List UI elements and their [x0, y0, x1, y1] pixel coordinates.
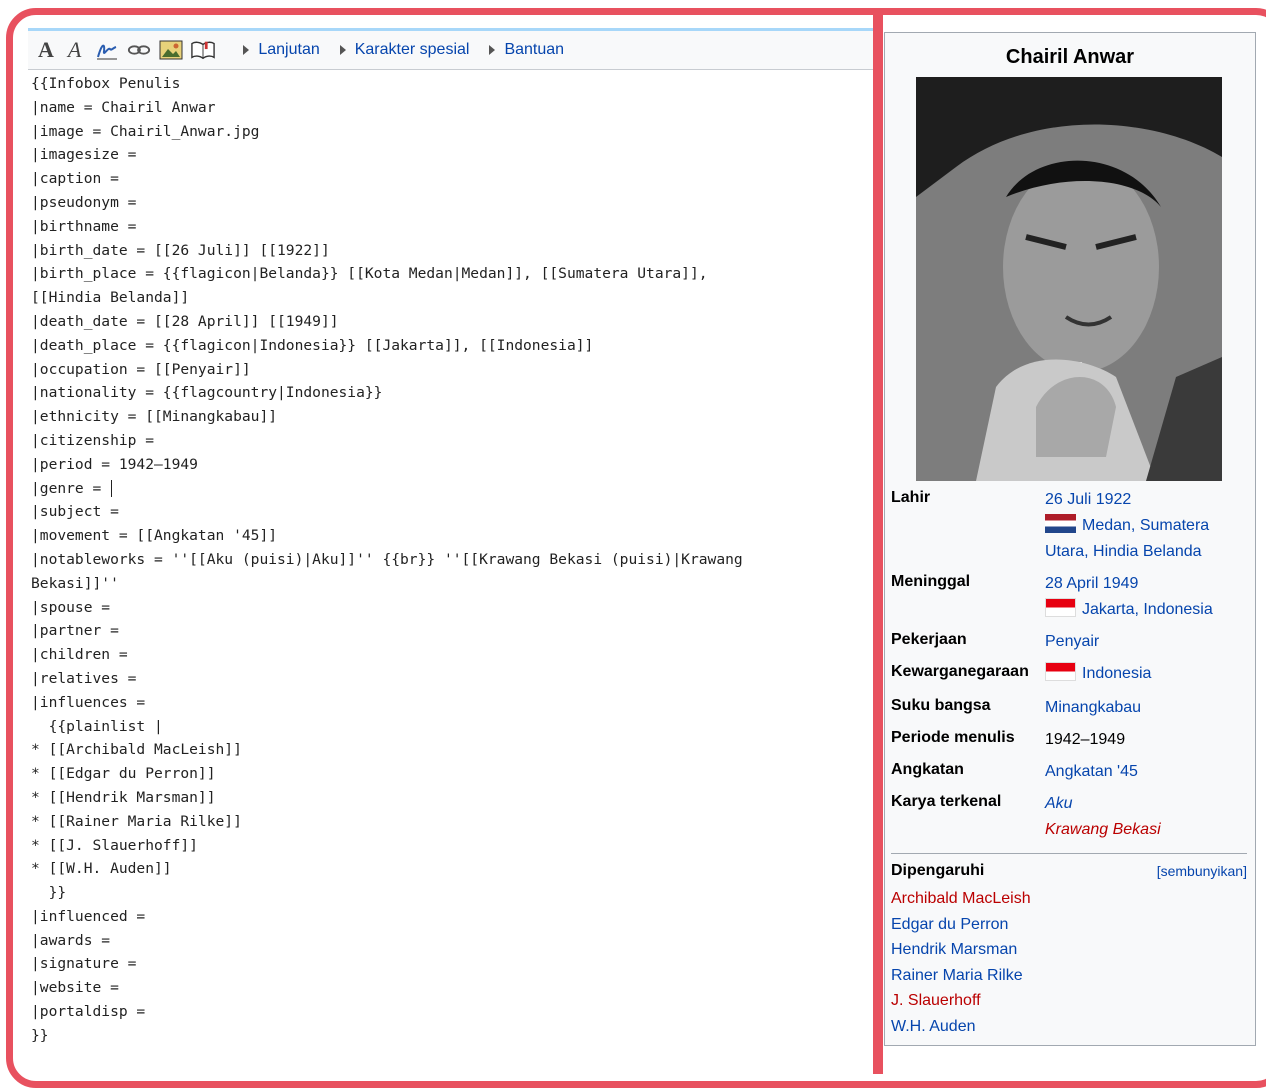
- influence-link[interactable]: Rainer Maria Rilke: [891, 963, 1031, 989]
- label-dipengaruhi: Dipengaruhi: [891, 862, 985, 879]
- code-line[interactable]: |name = Chairil Anwar: [31, 96, 873, 120]
- wikitext-editor[interactable]: A A Lanjutan Karakter spesial Bantuan {{…: [28, 28, 873, 1068]
- link-death-date[interactable]: 28 April 1949: [1045, 575, 1138, 592]
- code-line[interactable]: |nationality = {{flagcountry|Indonesia}}: [31, 381, 873, 405]
- code-line[interactable]: |birth_date = [[26 Juli]] [[1922]]: [31, 239, 873, 263]
- editor-toolbar: A A Lanjutan Karakter spesial Bantuan: [28, 28, 873, 70]
- code-line[interactable]: |signature =: [31, 952, 873, 976]
- label-kewarganegaraan: Kewarganegaraan: [891, 663, 1029, 680]
- bold-button[interactable]: A: [38, 37, 54, 63]
- influence-link[interactable]: Edgar du Perron: [891, 912, 1031, 938]
- code-line[interactable]: |citizenship =: [31, 429, 873, 453]
- menu-lanjutan[interactable]: Lanjutan: [243, 41, 320, 59]
- link-pekerjaan[interactable]: Penyair: [1045, 633, 1099, 650]
- label-angkatan: Angkatan: [891, 761, 964, 778]
- menu-bantuan[interactable]: Bantuan: [489, 41, 564, 59]
- link-icon[interactable]: [127, 40, 151, 60]
- influence-link[interactable]: Archibald MacLeish: [891, 886, 1031, 912]
- code-line[interactable]: }}: [31, 881, 873, 905]
- label-pekerjaan: Pekerjaan: [891, 631, 967, 648]
- code-line[interactable]: * [[Rainer Maria Rilke]]: [31, 810, 873, 834]
- divider: [873, 14, 883, 1074]
- influence-link[interactable]: Hendrik Marsman: [891, 937, 1031, 963]
- code-line[interactable]: [[Hindia Belanda]]: [31, 286, 873, 310]
- triangle-right-icon: [339, 45, 346, 55]
- menu-label: Bantuan: [504, 41, 565, 58]
- label-periode-menulis: Periode menulis: [891, 729, 1015, 746]
- indonesia-flag-icon: [1045, 598, 1076, 617]
- code-line[interactable]: |ethnicity = [[Minangkabau]]: [31, 405, 873, 429]
- code-line[interactable]: * [[J. Slauerhoff]]: [31, 834, 873, 858]
- code-line[interactable]: |notableworks = ''[[Aku (puisi)|Aku]]'' …: [31, 548, 873, 572]
- code-line[interactable]: * [[Edgar du Perron]]: [31, 762, 873, 786]
- code-line[interactable]: {{plainlist |: [31, 715, 873, 739]
- link-karya-aku[interactable]: Aku: [1045, 795, 1073, 812]
- code-line[interactable]: |partner =: [31, 619, 873, 643]
- value-periode: 1942–1949: [1045, 731, 1126, 748]
- link-angkatan[interactable]: Angkatan '45: [1045, 763, 1138, 780]
- code-line[interactable]: |awards =: [31, 929, 873, 953]
- label-lahir: Lahir: [891, 489, 931, 506]
- code-line[interactable]: |occupation = [[Penyair]]: [31, 358, 873, 382]
- menu-karakter-spesial[interactable]: Karakter spesial: [339, 41, 470, 59]
- menu-label: Lanjutan: [258, 41, 320, 58]
- code-line[interactable]: |portaldisp =: [31, 1000, 873, 1024]
- netherlands-flag-icon: [1045, 514, 1076, 533]
- link-death-place[interactable]: Jakarta, Indonesia: [1082, 601, 1213, 618]
- code-line[interactable]: * [[Archibald MacLeish]]: [31, 738, 873, 762]
- code-line[interactable]: |image = Chairil_Anwar.jpg: [31, 120, 873, 144]
- influence-link[interactable]: J. Slauerhoff: [891, 988, 1031, 1014]
- image-icon[interactable]: [159, 40, 183, 60]
- code-line[interactable]: |influenced =: [31, 905, 873, 929]
- signature-icon[interactable]: [95, 40, 119, 60]
- indonesia-flag-icon: [1045, 662, 1076, 681]
- code-line[interactable]: Bekasi]]'': [31, 572, 873, 596]
- code-line[interactable]: |death_date = [[28 April]] [[1949]]: [31, 310, 873, 334]
- triangle-right-icon: [243, 45, 250, 55]
- link-birth-place[interactable]: Medan, Sumatera: [1082, 517, 1209, 534]
- code-line[interactable]: |influences =: [31, 691, 873, 715]
- reference-icon[interactable]: [191, 40, 216, 60]
- infobox-title: Chairil Anwar: [1005, 46, 1135, 68]
- label-suku-bangsa: Suku bangsa: [891, 697, 991, 714]
- infobox: Chairil Anwar Lahir 26 Juli 1922 Medan, …: [884, 32, 1256, 1046]
- code-line[interactable]: }}: [31, 1024, 873, 1048]
- code-line[interactable]: |death_place = {{flagicon|Indonesia}} [[…: [31, 334, 873, 358]
- link-suku-bangsa[interactable]: Minangkabau: [1045, 699, 1141, 716]
- code-line[interactable]: |imagesize =: [31, 143, 873, 167]
- link-karya-krawang-bekasi[interactable]: Krawang Bekasi: [1045, 821, 1161, 838]
- code-line[interactable]: |birth_place = {{flagicon|Belanda}} [[Ko…: [31, 262, 873, 286]
- code-line[interactable]: |caption =: [31, 167, 873, 191]
- influence-link[interactable]: W.H. Auden: [891, 1014, 1031, 1040]
- code-line[interactable]: |genre =: [31, 477, 873, 501]
- label-meninggal: Meninggal: [891, 573, 971, 590]
- influences-list: Archibald MacLeish Edgar du Perron Hendrik…: [891, 886, 1031, 1040]
- code-area[interactable]: {{Infobox Penulis |name = Chairil Anwar |i…: [28, 70, 873, 1048]
- italic-button[interactable]: A: [68, 37, 81, 63]
- code-line[interactable]: * [[Hendrik Marsman]]: [31, 786, 873, 810]
- hide-toggle-link[interactable]: [sembunyikan]: [1157, 863, 1247, 879]
- code-line[interactable]: |period = 1942–1949: [31, 453, 873, 477]
- code-line[interactable]: |children =: [31, 643, 873, 667]
- label-karya-terkenal: Karya terkenal: [891, 793, 1002, 810]
- code-line[interactable]: {{Infobox Penulis: [31, 72, 873, 96]
- text-cursor: [111, 480, 113, 498]
- portrait-photo[interactable]: [916, 77, 1222, 481]
- code-line[interactable]: |birthname =: [31, 215, 873, 239]
- code-line[interactable]: |subject =: [31, 500, 873, 524]
- link-birth-place-2[interactable]: Utara, Hindia Belanda: [1045, 543, 1202, 560]
- code-line[interactable]: |pseudonym =: [31, 191, 873, 215]
- code-line[interactable]: |website =: [31, 976, 873, 1000]
- code-line[interactable]: |relatives =: [31, 667, 873, 691]
- code-line[interactable]: |movement = [[Angkatan '45]]: [31, 524, 873, 548]
- triangle-right-icon: [489, 45, 496, 55]
- section-divider: [891, 853, 1247, 854]
- code-line[interactable]: |spouse =: [31, 596, 873, 620]
- code-line[interactable]: * [[W.H. Auden]]: [31, 857, 873, 881]
- link-kewarganegaraan[interactable]: Indonesia: [1082, 665, 1151, 682]
- menu-label: Karakter spesial: [354, 41, 470, 58]
- link-birth-date[interactable]: 26 Juli 1922: [1045, 491, 1131, 508]
